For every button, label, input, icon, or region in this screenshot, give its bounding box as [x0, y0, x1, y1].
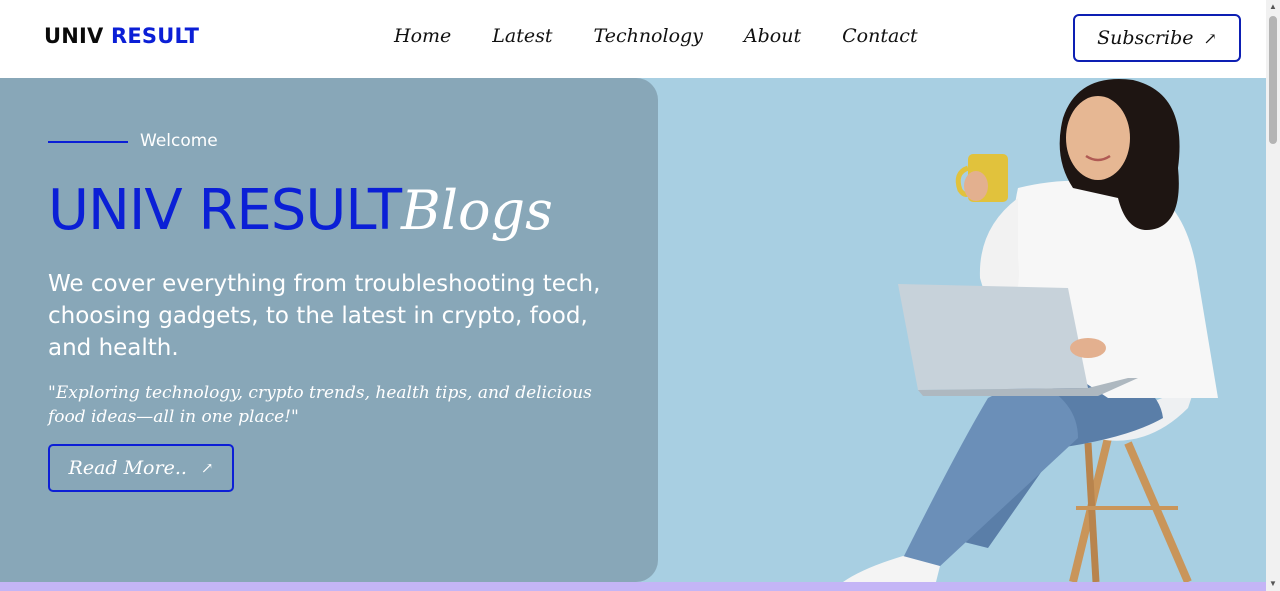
face: [1066, 96, 1130, 180]
site-logo[interactable]: UNIV RESULT: [44, 24, 199, 48]
hand: [964, 171, 988, 201]
nav-about[interactable]: About: [744, 25, 801, 47]
hero-quote: "Exploring technology, crypto trends, he…: [48, 383, 592, 427]
logo-text-primary: UNIV: [44, 24, 104, 48]
arrow-up-right-icon: ↗: [200, 459, 214, 477]
read-more-button[interactable]: Read More.. ↗: [48, 444, 234, 492]
laptop-screen: [898, 284, 1088, 390]
triangle-down-icon[interactable]: ▼: [1266, 577, 1280, 591]
subscribe-label: Subscribe: [1097, 27, 1194, 49]
site-header: UNIV RESULT Home Latest Technology About…: [0, 0, 1266, 78]
section-band: [0, 582, 1266, 591]
hero-description: We cover everything from troubleshooting…: [48, 271, 601, 361]
triangle-up-icon[interactable]: ▲: [1266, 0, 1280, 14]
welcome-label: Welcome: [140, 131, 218, 151]
nav-technology[interactable]: Technology: [594, 25, 703, 47]
page-scrollbar[interactable]: ▲ ▼: [1266, 0, 1280, 591]
chair-leg: [1084, 442, 1100, 582]
subscribe-button[interactable]: Subscribe ↗: [1073, 14, 1241, 62]
logo-text-accent: RESULT: [111, 24, 200, 48]
hero-title-main: UNIV RESULT: [48, 178, 402, 243]
chair-leg: [1124, 441, 1192, 582]
hero-title: UNIV RESULTBlogs: [48, 178, 553, 243]
hero-illustration: [843, 79, 1218, 582]
nav-home[interactable]: Home: [394, 25, 451, 47]
hero-title-script: Blogs: [401, 179, 553, 242]
arrow-up-right-icon: ↗: [1203, 28, 1217, 48]
main-nav: Home Latest Technology About Contact: [394, 25, 959, 47]
nav-latest[interactable]: Latest: [492, 25, 552, 47]
hero-section: Welcome UNIV RESULTBlogs We cover everyt…: [0, 78, 1266, 582]
scroll-thumb[interactable]: [1269, 16, 1277, 144]
hand: [1070, 338, 1106, 358]
welcome-divider: [48, 141, 128, 143]
read-more-label: Read More..: [68, 457, 187, 479]
nav-contact[interactable]: Contact: [842, 25, 917, 47]
hero-panel: Welcome UNIV RESULTBlogs We cover everyt…: [0, 78, 658, 582]
